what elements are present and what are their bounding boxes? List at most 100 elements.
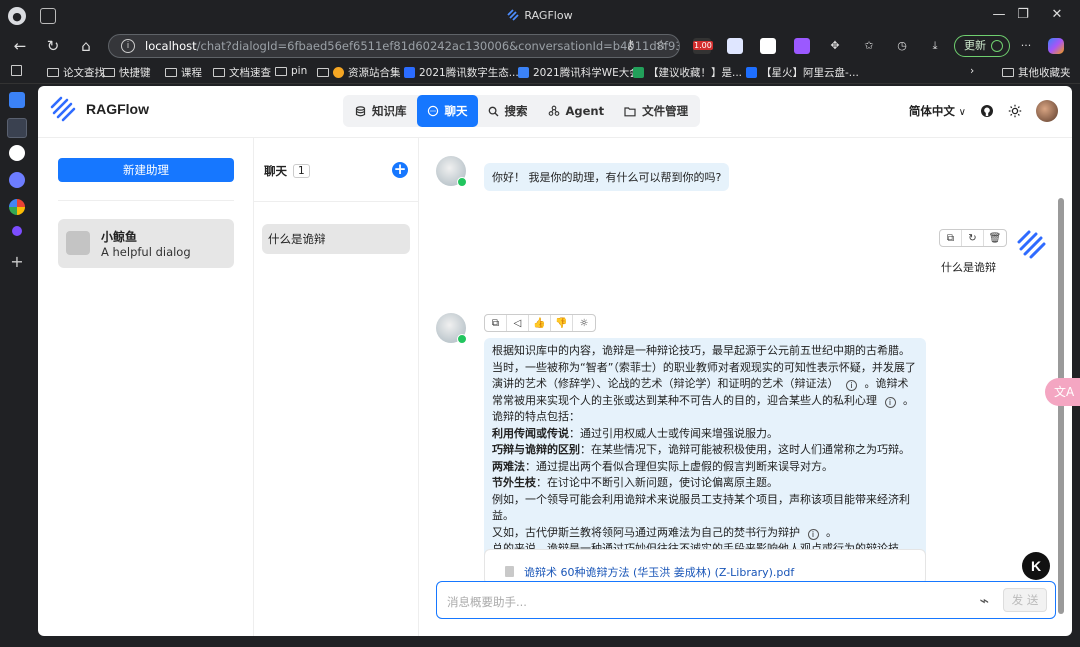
window-title-text: RAGFlow <box>524 9 573 22</box>
delete-icon[interactable]: 🗑 <box>984 230 1006 246</box>
citation-icon[interactable]: i <box>846 380 857 391</box>
bookmark-item[interactable]: pin <box>275 65 307 77</box>
history-icon[interactable]: ◷ <box>894 38 910 54</box>
folder-icon <box>275 66 287 76</box>
bookmark-item[interactable]: 文档速查 <box>213 65 271 80</box>
tab-chat[interactable]: 聊天 <box>416 95 478 127</box>
thumbs-up-icon[interactable]: 👍 <box>529 315 551 331</box>
add-icon[interactable]: + <box>9 254 25 270</box>
conversation-item[interactable]: 什么是诡辩 <box>262 224 410 254</box>
theme-toggle-sun-icon[interactable] <box>1008 104 1022 118</box>
translate-floating-button[interactable]: 文A <box>1045 378 1080 406</box>
feature-term: 两难法 <box>492 459 525 473</box>
home-icon[interactable]: ⌂ <box>75 36 97 56</box>
new-assistant-button[interactable]: 新建助理 <box>58 158 234 182</box>
folder-icon <box>317 68 329 77</box>
extension-icon-3[interactable] <box>794 38 810 54</box>
copilot-icon[interactable] <box>1048 38 1064 54</box>
answer-example-2: 又如，古代伊斯兰教将领阿马通过两难法为自己的焚书行为辩护 <box>492 525 800 539</box>
tab-label: 知识库 <box>372 104 407 118</box>
feature-item: 两难法：通过提出两个看似合理但实际上虚假的假言判断来误导对方。 <box>492 459 918 476</box>
extension-icon-2[interactable] <box>760 38 776 54</box>
favorites-icon[interactable]: ✩ <box>861 38 877 54</box>
bookmark-item[interactable]: 2021腾讯科学WE大会 <box>518 65 640 80</box>
floating-k-button[interactable]: K <box>1022 552 1050 580</box>
minimize-button[interactable]: — <box>986 7 1012 22</box>
extension-icon-1[interactable] <box>727 38 743 54</box>
tab-label: 搜索 <box>504 104 528 118</box>
regenerate-icon[interactable]: ↻ <box>962 230 984 246</box>
bookmark-item[interactable]: 快捷键 <box>103 65 151 80</box>
tencent-we-icon <box>518 67 529 78</box>
update-button[interactable]: 更新 <box>954 35 1010 57</box>
tab-knowledge-base[interactable]: 知识库 <box>345 95 417 127</box>
github-icon[interactable] <box>980 104 994 118</box>
site-info-icon[interactable]: i <box>121 39 135 53</box>
bookmark-item[interactable]: 【建议收藏！】是... <box>633 65 742 80</box>
conversation-count-badge: 1 <box>293 164 310 178</box>
assistant-card[interactable]: 小鲸鱼 A helpful dialog <box>58 219 234 268</box>
url-host: localhost <box>145 39 197 53</box>
add-conversation-button[interactable]: + <box>392 162 408 178</box>
user-avatar[interactable] <box>1036 100 1058 122</box>
send-button[interactable]: 发 送 <box>1003 588 1047 612</box>
more-menu-icon[interactable]: ··· <box>1018 38 1034 54</box>
answer-intro-paragraph: 根据知识库中的内容，诡辩是一种辩论技巧，最早起源于公元前五世纪中期的古希腊。当时… <box>492 343 918 409</box>
extension-badge-value: 1.00 <box>693 41 713 50</box>
copy-icon[interactable]: ⧉ <box>485 315 507 331</box>
url-field[interactable]: i localhost/chat?dialogId=6fbaed56ef6511… <box>108 34 680 58</box>
tab-sidebar-toggle-icon[interactable] <box>11 65 22 76</box>
speaker-icon[interactable]: ◁ <box>507 315 529 331</box>
assistant-name: 小鲸鱼 <box>101 230 138 244</box>
folder-icon <box>624 106 636 116</box>
features-title: 诡辩的特点包括： <box>492 410 580 423</box>
bookmarks-overflow-icon[interactable]: › <box>970 65 974 77</box>
other-bookmarks[interactable]: 其他收藏夹 <box>1002 65 1071 80</box>
maximize-button[interactable]: ❐ <box>1010 7 1036 22</box>
ragflow-app-icon[interactable] <box>7 118 27 138</box>
bookmark-item[interactable]: 资源站合集 <box>317 65 401 80</box>
brand-name: RAGFlow <box>86 101 149 117</box>
bookmark-item[interactable]: 论文查找 <box>47 65 105 80</box>
extension-badge-icon[interactable]: 1.00 <box>693 38 713 54</box>
tab-actions-icon[interactable] <box>40 8 56 24</box>
favorite-star-icon[interactable]: ☆ <box>655 35 667 57</box>
profile-icon[interactable]: ● <box>8 7 26 25</box>
address-toolbar: ← ↻ ⌂ i localhost/chat?dialogId=6fbaed56… <box>0 32 1080 60</box>
brand[interactable]: RAGFlow <box>50 96 149 122</box>
tab-file-management[interactable]: 文件管理 <box>614 95 698 127</box>
thumbs-down-icon[interactable]: 👎 <box>551 315 573 331</box>
reference-document-link[interactable]: 诡辩术 60种诡辩方法 (华玉洪 姜成林) (Z-Library).pdf <box>524 564 794 580</box>
folder-icon <box>103 68 115 77</box>
reload-icon[interactable]: ↻ <box>42 36 64 56</box>
close-window-button[interactable]: ✕ <box>1044 7 1070 22</box>
tab-search[interactable]: 搜索 <box>478 95 538 127</box>
app-icon[interactable] <box>9 172 25 188</box>
message-input[interactable]: 消息概要助手... ⌁ 发 送 <box>436 581 1056 619</box>
copy-icon[interactable]: ⧉ <box>940 230 962 246</box>
tencent-icon <box>404 67 415 78</box>
key-icon[interactable]: ⚷ <box>625 35 635 57</box>
update-label: 更新 <box>964 39 986 52</box>
download-icon[interactable]: ⤓ <box>927 38 943 54</box>
bookmark-item[interactable]: 【星火】阿里云盘-... <box>746 65 859 80</box>
bookmark-item[interactable]: 课程 <box>165 65 202 80</box>
citation-icon[interactable]: i <box>807 528 819 540</box>
chat-scrollbar[interactable] <box>1058 198 1064 614</box>
extension-icon[interactable] <box>12 226 22 236</box>
language-selector[interactable]: 简体中文 ∨ <box>909 103 966 119</box>
github-icon[interactable] <box>9 145 25 161</box>
tab-agent[interactable]: Agent <box>538 95 615 127</box>
lightbulb-icon[interactable]: ☼ <box>573 315 595 331</box>
google-icon[interactable] <box>9 199 25 215</box>
divider <box>254 201 419 202</box>
bookmark-item[interactable]: 2021腾讯数字生态... <box>404 65 519 80</box>
reader-icon[interactable] <box>9 92 25 108</box>
smile-icon <box>333 67 344 78</box>
back-icon[interactable]: ← <box>9 36 31 56</box>
feature-item: 节外生枝：在讨论中不断引入新问题，使讨论偏离原主题。 <box>492 475 918 492</box>
extensions-puzzle-icon[interactable]: ✥ <box>827 38 843 54</box>
agent-icon <box>548 105 559 116</box>
paperclip-icon[interactable]: ⌁ <box>979 591 989 610</box>
citation-icon[interactable]: i <box>884 396 896 408</box>
